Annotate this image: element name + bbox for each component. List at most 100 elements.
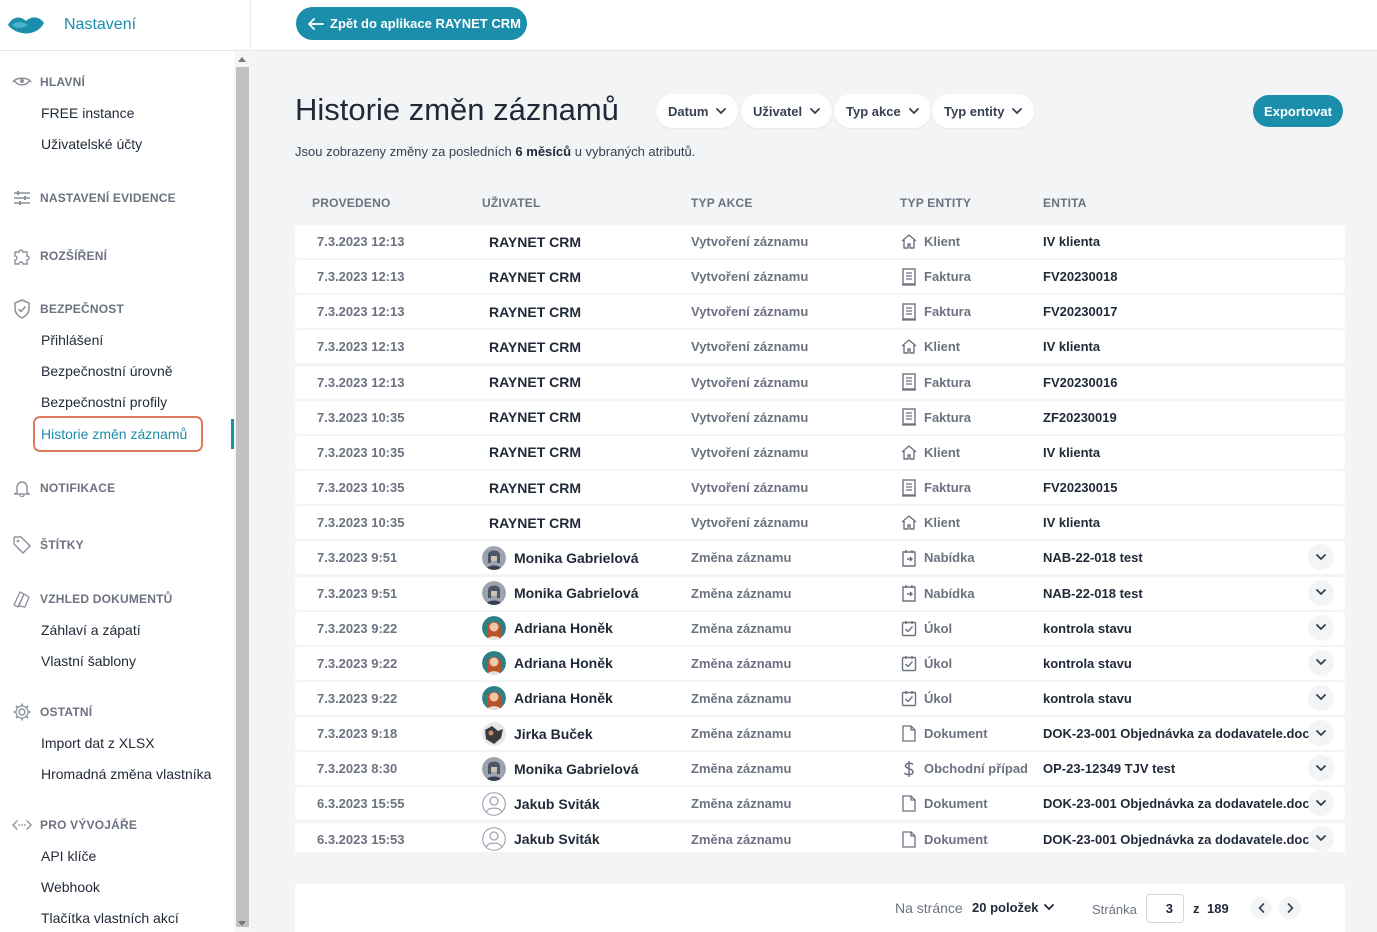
sidebar-section-nastaveni-evidence[interactable]: NASTAVENÍ EVIDENCE	[0, 188, 176, 208]
table-row[interactable]: 7.3.2023 9:22 Adriana Honěk Změna záznamu Ú…	[295, 681, 1345, 715]
table-row[interactable]: 7.3.2023 10:35 RAYNET CRM Vytvoření záznam…	[295, 435, 1345, 469]
row-entity[interactable]: kontrola stavu	[1043, 647, 1132, 680]
expand-row-button[interactable]	[1308, 579, 1334, 606]
per-page-select[interactable]: 20 položek	[972, 900, 1055, 915]
back-to-app-button[interactable]: Zpět do aplikace RAYNET CRM	[296, 7, 527, 40]
sidebar-section-hlavni[interactable]: HLAVNÍ	[0, 72, 85, 92]
row-entity-type-label: Klient	[924, 234, 961, 249]
raynet-logo	[8, 17, 44, 34]
table-row[interactable]: 7.3.2023 12:13 RAYNET CRM Vytvoření záznam…	[295, 225, 1345, 258]
sidebar-item-bezpecnostni-profily[interactable]: Bezpečnostní profily	[41, 392, 167, 412]
table-row[interactable]: 7.3.2023 12:13 RAYNET CRM Vytvoření záznam…	[295, 295, 1345, 329]
sidebar-item-bezpecnostni-urovne[interactable]: Bezpečnostní úrovně	[41, 361, 173, 381]
row-entity[interactable]: ZF20230019	[1043, 401, 1117, 434]
sidebar-section-vzhled-dokumentu[interactable]: VZHLED DOKUMENTŮ	[0, 589, 173, 609]
column-header-entita[interactable]: ENTITA	[1043, 196, 1087, 210]
row-entity[interactable]: kontrola stavu	[1043, 682, 1132, 715]
row-entity[interactable]: NAB-22-018 test	[1043, 541, 1143, 574]
row-user: Monika Gabrielová	[482, 541, 638, 574]
chevron-down-icon	[1316, 624, 1326, 631]
column-header-uzivatel[interactable]: UŽIVATEL	[482, 196, 540, 210]
chevron-down-icon	[1012, 107, 1023, 115]
sidebar-item-uzivatelske-ucty[interactable]: Uživatelské účty	[41, 134, 142, 154]
sidebar-section-bezpecnost[interactable]: BEZPEČNOST	[0, 299, 124, 319]
table-row[interactable]: 7.3.2023 9:51 Monika Gabrielová Změna zázn…	[295, 541, 1345, 575]
table-row[interactable]: 7.3.2023 9:22 Adriana Honěk Změna záznamu Ú…	[295, 646, 1345, 680]
sidebar-item-vlastni-sablony[interactable]: Vlastní šablony	[41, 651, 136, 671]
row-entity[interactable]: NAB-22-018 test	[1043, 577, 1143, 610]
filter-typ-akce[interactable]: Typ akce	[834, 94, 931, 128]
row-entity[interactable]: DOK-23-001 Objednávka za dodavatele.docx	[1043, 823, 1317, 852]
row-entity[interactable]: IV klienta	[1043, 330, 1100, 363]
table-row[interactable]: 7.3.2023 9:51 Monika Gabrielová Změna zázn…	[295, 576, 1345, 610]
expand-row-button[interactable]	[1308, 790, 1334, 817]
table-row[interactable]: 7.3.2023 12:13 RAYNET CRM Vytvoření záznam…	[295, 260, 1345, 294]
next-page-button[interactable]	[1279, 897, 1301, 919]
row-action: Vytvoření záznamu	[691, 304, 809, 320]
filter-uzivatel[interactable]: Uživatel	[741, 94, 833, 128]
row-entity[interactable]: FV20230018	[1043, 260, 1117, 293]
page-number-input[interactable]	[1146, 894, 1184, 923]
sidebar-section-pro-vyvojare[interactable]: PRO VÝVOJÁŘE	[0, 815, 137, 835]
column-header-typ-entity[interactable]: TYP ENTITY	[900, 196, 971, 210]
scrollbar-thumb[interactable]	[236, 67, 249, 927]
row-entity[interactable]: kontrola stavu	[1043, 612, 1132, 645]
expand-row-button[interactable]	[1308, 755, 1334, 782]
filter-datum[interactable]: Datum	[656, 94, 739, 128]
sidebar-item-tlacitka-vlastnich-akci[interactable]: Tlačítka vlastních akcí	[41, 908, 179, 928]
row-entity[interactable]: IV klienta	[1043, 506, 1100, 539]
sidebar-section-label: VZHLED DOKUMENTŮ	[40, 592, 173, 606]
row-entity-type: Klient	[900, 330, 960, 363]
table-row[interactable]: 7.3.2023 8:30 Monika Gabrielová Změna zázn…	[295, 752, 1345, 786]
sidebar-section-rozsireni[interactable]: ROZŠÍŘENÍ	[0, 246, 107, 266]
sidebar-item-historie-zmen-zaznamu[interactable]: Historie změn záznamů	[41, 424, 187, 444]
row-entity[interactable]: FV20230017	[1043, 295, 1117, 328]
scroll-down-arrow-icon[interactable]	[238, 921, 246, 926]
sidebar-section-notifikace[interactable]: NOTIFIKACE	[0, 478, 115, 498]
table-row[interactable]: 7.3.2023 10:35 RAYNET CRM Vytvoření záznam…	[295, 400, 1345, 434]
expand-row-button[interactable]	[1308, 649, 1334, 676]
sidebar-item-prihlaseni[interactable]: Přihlášení	[41, 330, 103, 350]
table-row[interactable]: 7.3.2023 9:18 Jirka Buček Změna záznamu Dok…	[295, 717, 1345, 751]
table-row[interactable]: 7.3.2023 12:13 RAYNET CRM Vytvoření záznam…	[295, 330, 1345, 364]
row-entity[interactable]: FV20230016	[1043, 366, 1117, 399]
table-row[interactable]: 6.3.2023 15:55 Jakub Sviták Změna záznamu D…	[295, 787, 1345, 821]
table-row[interactable]: 7.3.2023 9:22 Adriana Honěk Změna záznamu Ú…	[295, 611, 1345, 645]
expand-row-button[interactable]	[1308, 720, 1334, 747]
row-entity[interactable]: DOK-23-001 Objednávka za dodavatele.docx	[1043, 787, 1317, 820]
row-entity[interactable]: FV20230015	[1043, 471, 1117, 504]
column-header-provedeno[interactable]: PROVEDENO	[312, 196, 390, 210]
sidebar-item-zahlavi-a-zapati[interactable]: Záhlaví a zápatí	[41, 620, 141, 640]
previous-page-button[interactable]	[1250, 897, 1272, 919]
table-row[interactable]: 7.3.2023 10:35 RAYNET CRM Vytvoření záznam…	[295, 506, 1345, 540]
sidebar-scrollbar[interactable]	[234, 51, 251, 932]
row-entity[interactable]: OP-23-12349 TJV test	[1043, 752, 1175, 785]
expand-row-button[interactable]	[1308, 684, 1334, 711]
row-entity-type: Úkol	[900, 647, 952, 680]
expand-row-button[interactable]	[1308, 544, 1334, 571]
row-user: RAYNET CRM	[489, 295, 581, 328]
filter-label: Datum	[668, 103, 709, 119]
table-row[interactable]: 6.3.2023 15:53 Jakub Sviták Změna záznamu D…	[295, 822, 1345, 852]
sidebar-section-ostatni[interactable]: OSTATNÍ	[0, 702, 92, 722]
row-entity[interactable]: DOK-23-001 Objednávka za dodavatele.docx	[1043, 717, 1317, 750]
expand-row-button[interactable]	[1308, 825, 1334, 852]
sidebar-item-import-dat-z-xlsx[interactable]: Import dat z XLSX	[41, 733, 155, 753]
expand-row-button[interactable]	[1308, 614, 1334, 641]
row-entity[interactable]: IV klienta	[1043, 225, 1100, 258]
scroll-up-arrow-icon[interactable]	[238, 57, 246, 62]
row-entity[interactable]: IV klienta	[1043, 436, 1100, 469]
column-header-typ-akce[interactable]: TYP AKCE	[691, 196, 753, 210]
row-user-name: RAYNET CRM	[489, 374, 582, 391]
table-row[interactable]: 7.3.2023 12:13 RAYNET CRM Vytvoření záznam…	[295, 365, 1345, 399]
sidebar-item-hromadna-zmena-vlastnika[interactable]: Hromadná změna vlastníka	[41, 764, 211, 784]
sidebar-item-free-instance[interactable]: FREE instance	[41, 103, 134, 123]
sidebar-section-stitky[interactable]: ŠTÍTKY	[0, 535, 84, 555]
sidebar-item-api-klice[interactable]: API klíče	[41, 846, 96, 866]
export-button[interactable]: Exportovat	[1253, 95, 1343, 127]
table-row[interactable]: 7.3.2023 10:35 RAYNET CRM Vytvoření záznam…	[295, 471, 1345, 505]
sidebar-item-webhook[interactable]: Webhook	[41, 877, 100, 897]
row-user: Adriana Honěk	[482, 682, 613, 715]
filter-typ-entity[interactable]: Typ entity	[932, 94, 1035, 128]
row-user: RAYNET CRM	[489, 366, 581, 399]
